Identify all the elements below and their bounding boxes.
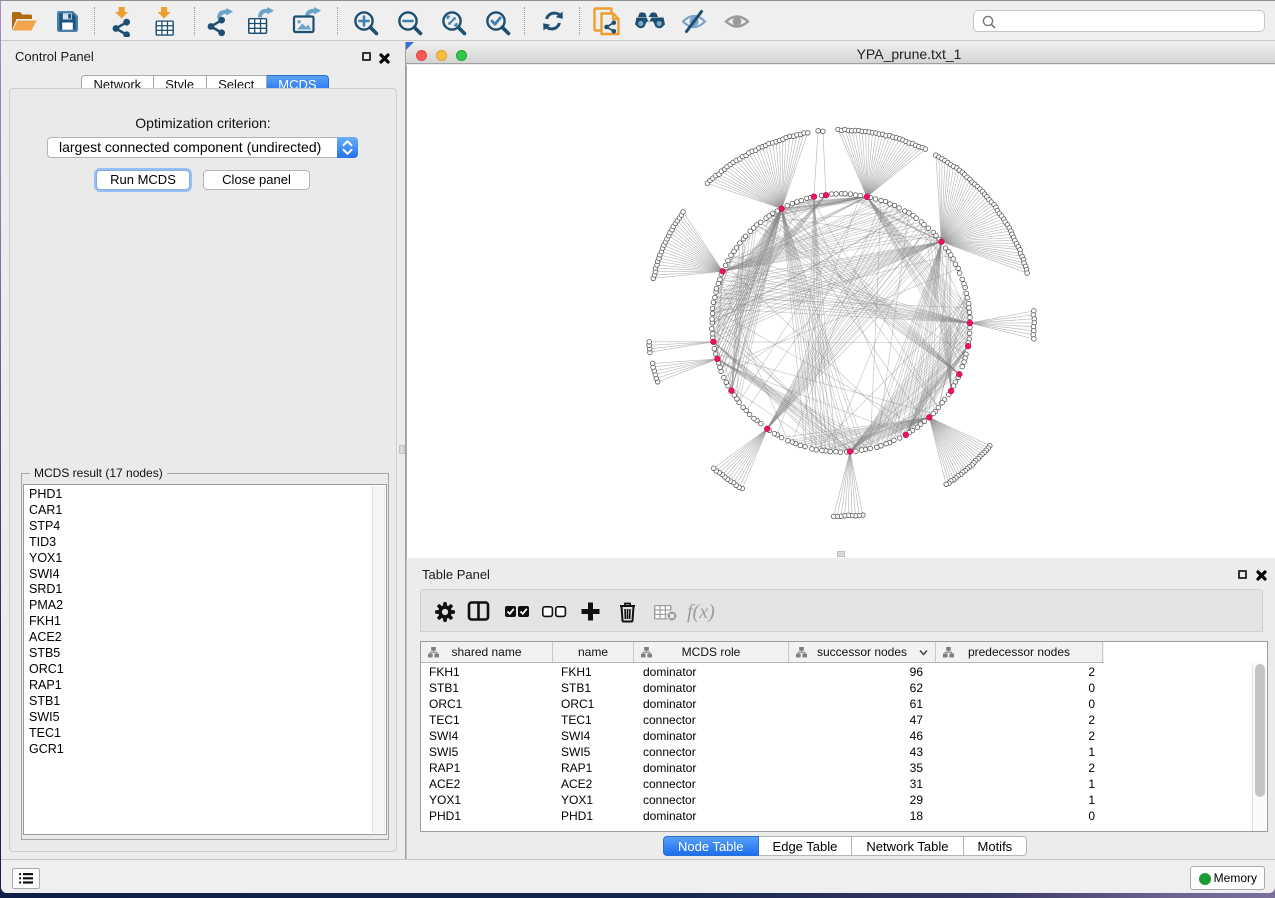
svg-text:f(x): f(x) bbox=[687, 601, 715, 623]
